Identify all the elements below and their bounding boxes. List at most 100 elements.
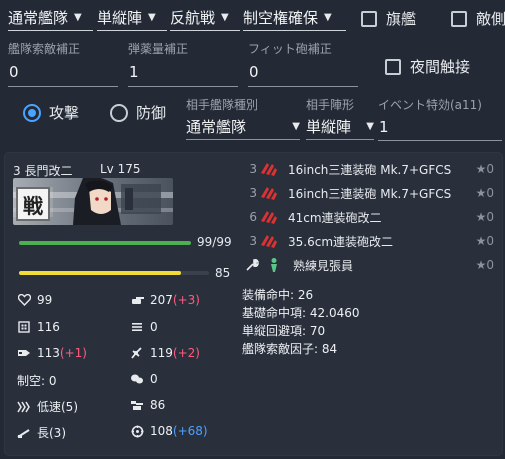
- recon-input-underline: [8, 86, 118, 87]
- equipment-star: ★0: [475, 162, 494, 176]
- flagship-label: 旗艦: [386, 10, 417, 28]
- morale-bar-track: [19, 271, 209, 275]
- equipment-name: 熟練見張員: [293, 258, 354, 273]
- recon-correction-input[interactable]: 0: [9, 63, 19, 81]
- night-contact-label: 夜間触接: [410, 58, 471, 76]
- base-hit-term: 基礎命中項: 42.0460: [242, 306, 360, 320]
- ammo-correction-input[interactable]: 1: [129, 63, 139, 81]
- formation-value: 単縦陣: [97, 9, 143, 27]
- wrench-icon: [246, 258, 259, 271]
- ammo-correction-label: 弾薬量補正: [128, 42, 189, 56]
- fit-correction-input[interactable]: 0: [249, 63, 259, 81]
- hp-bar-track: [19, 241, 191, 245]
- range-icon: [17, 426, 31, 440]
- equipment-star: ★0: [475, 186, 494, 200]
- equipment-slot-4[interactable]: 3 35.6cm連装砲改二 ★0: [245, 230, 500, 252]
- recon-correction-label: 艦隊索敵補正: [8, 42, 81, 56]
- stat-air: 制空: 0: [17, 372, 57, 389]
- stat-aa: 119 (+2): [130, 346, 200, 360]
- equipment-star: ★0: [475, 258, 494, 272]
- radio-selected-icon: [23, 103, 41, 122]
- chevron-down-icon: ▼: [74, 12, 82, 23]
- equipment-slot-ex[interactable]: 熟練見張員 ★0: [245, 254, 500, 276]
- engagement-value: 反航戦: [170, 9, 216, 27]
- heart-icon: [17, 293, 31, 307]
- stat-hp-value: 99: [37, 293, 53, 307]
- ship-slot: 3: [13, 164, 21, 178]
- fit-input-underline: [248, 86, 358, 87]
- stat-aa-bonus: (+2): [172, 346, 200, 360]
- fleet-type-select[interactable]: 通常艦隊 ▼: [8, 5, 93, 31]
- depth-charge-icon: [130, 372, 144, 386]
- ship-name: 長門改二: [24, 164, 73, 178]
- event-bonus-label: イベント特効(a11): [378, 98, 482, 112]
- ship-card: 3 長門改二 Lv 175 戦 99/99 85 99 116 113 (+1)…: [5, 153, 502, 455]
- stat-luck: 108 (+68): [130, 424, 208, 438]
- chevron-down-icon: ▼: [366, 121, 374, 132]
- event-bonus-input[interactable]: 1: [379, 118, 389, 136]
- defense-label: 防御: [136, 104, 167, 122]
- enemy-fleet-type-select[interactable]: 通常艦隊 ▼: [186, 114, 300, 140]
- attack-radio[interactable]: 攻撃: [23, 102, 79, 123]
- chevron-down-icon: ▼: [292, 121, 300, 132]
- stat-armor-value: 116: [37, 320, 60, 334]
- enemy-fleet-type-label: 相手艦隊種別: [186, 98, 259, 112]
- stat-firepower-value: 207: [150, 293, 173, 307]
- ship-level: Lv 175: [100, 162, 141, 176]
- chevron-down-icon: ▼: [148, 12, 156, 23]
- armor-icon: [17, 320, 31, 334]
- flagship-checkbox[interactable]: 旗艦: [361, 8, 416, 29]
- formation-evasion-term: 単縦回避項: 70: [242, 324, 326, 338]
- recon-icon: [130, 398, 144, 412]
- main-gun-icon: [261, 211, 277, 224]
- checkbox-box: [385, 58, 401, 75]
- enemy-flagship-checkbox[interactable]: 敵側: [451, 8, 505, 29]
- morale-text: 85: [215, 266, 231, 280]
- engagement-select[interactable]: 反航戦 ▼: [170, 5, 240, 31]
- equipment-slot-3[interactable]: 6 41cm連装砲改二 ★0: [245, 206, 500, 228]
- stat-speed-value: 低速(5): [37, 400, 78, 414]
- fit-correction-label: フィット砲補正: [248, 42, 332, 56]
- stat-range: 長(3): [17, 424, 66, 441]
- formation-select[interactable]: 単縦陣 ▼: [97, 5, 167, 31]
- stat-range-value: 長(3): [37, 426, 66, 440]
- stat-los: 86: [130, 398, 165, 412]
- stat-asw: 0: [130, 372, 158, 386]
- stat-air-value: 制空: 0: [17, 374, 57, 388]
- stat-firepower: 207 (+3): [130, 293, 200, 307]
- chevron-down-icon: ▼: [221, 12, 229, 23]
- stat-evasion-value: 113: [37, 346, 60, 360]
- equipment-slot-2[interactable]: 3 16inch三連装砲 Mk.7+GFCS ★0: [245, 182, 500, 204]
- stat-asw-value: 0: [150, 372, 158, 386]
- enemy-formation-label: 相手陣形: [306, 98, 355, 112]
- equipment-slot-1[interactable]: 3 16inch三連装砲 Mk.7+GFCS ★0: [245, 158, 500, 180]
- ship-banner[interactable]: 戦: [13, 178, 173, 225]
- air-state-select[interactable]: 制空権確保 ▼: [243, 5, 346, 31]
- main-gun-icon: [261, 187, 277, 200]
- morale-bar-fill: [19, 271, 181, 275]
- attack-label: 攻撃: [49, 104, 80, 122]
- sortie-badge-icon: 戦: [16, 187, 50, 221]
- enemy-fleet-type-value: 通常艦隊: [186, 118, 247, 136]
- stat-armor: 116: [17, 320, 60, 334]
- enemy-flagship-label: 敵側: [476, 10, 505, 28]
- fleet-type-value: 通常艦隊: [8, 9, 69, 27]
- equipment-name: 35.6cm連装砲改二: [288, 234, 394, 249]
- enemy-formation-select[interactable]: 単縦陣 ▼: [306, 114, 374, 140]
- air-state-value: 制空権確保: [243, 9, 319, 27]
- main-gun-icon: [261, 163, 277, 176]
- hp-bar-fill: [19, 241, 191, 245]
- equipment-accuracy: 装備命中: 26: [242, 288, 314, 302]
- stat-evasion-bonus: (+1): [59, 346, 87, 360]
- stat-speed: 低速(5): [17, 398, 78, 415]
- defense-radio[interactable]: 防御: [110, 102, 166, 123]
- stat-evasion: 113 (+1): [17, 346, 87, 360]
- equipment-star: ★0: [475, 234, 494, 248]
- night-contact-checkbox[interactable]: 夜間触接: [385, 56, 470, 77]
- stat-los-value: 86: [150, 398, 166, 412]
- event-input-underline: [378, 140, 502, 141]
- radio-unselected-icon: [110, 103, 128, 122]
- equipment-name: 16inch三連装砲 Mk.7+GFCS: [288, 162, 452, 177]
- equipment-slot-count: 3: [249, 234, 257, 248]
- equipment-name: 41cm連装砲改二: [288, 210, 382, 225]
